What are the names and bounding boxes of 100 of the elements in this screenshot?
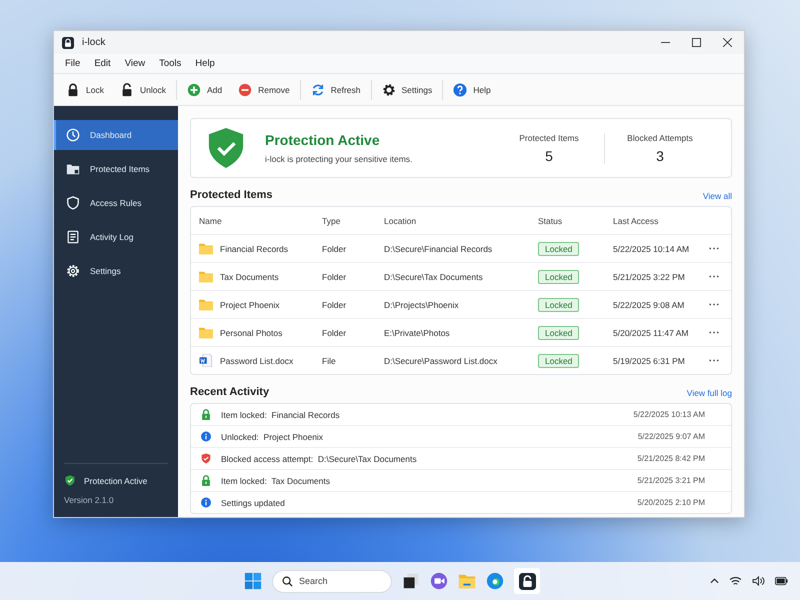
table-cell: Project Phoenix [220,300,280,310]
menu-item[interactable]: Help [188,58,222,69]
table-cell: Financial Records [220,244,288,254]
activity-text: Item locked: Tax Documents [221,476,331,486]
toolbar-button[interactable]: Add [178,78,230,100]
column-header: Name [199,216,223,226]
folder-icon [199,326,213,339]
protection-status: Protection Active [84,476,148,486]
toolbar-button[interactable]: Help [445,78,499,100]
padlock-icon [62,36,74,48]
table-cell-text: D:\Secure\Financial Records [384,244,494,254]
activity-time: 5/20/2025 2:10 PM [637,498,705,507]
table-cell-text: 5/22/2025 10:14 AM [613,244,690,254]
browser-icon[interactable] [486,572,504,590]
menu-item[interactable]: Tools [152,58,188,69]
taskbar-app-button[interactable] [514,568,540,594]
chevron-up-icon[interactable] [710,578,719,584]
sidebar-item[interactable]: Settings [54,256,178,286]
folder-icon[interactable] [458,572,476,590]
more-icon[interactable] [709,275,719,278]
sidebar-item[interactable]: Dashboard [54,120,178,150]
shield-check-icon [64,474,76,487]
sidebar-item[interactable]: Access Rules [54,188,178,218]
toolbar-button[interactable]: Unlock [112,78,174,100]
activity-time: 5/22/2025 9:07 AM [638,432,705,441]
toolbar-button[interactable]: Remove [230,78,298,100]
table-cell-text: E:\Private\Photos [384,328,451,338]
search-icon [282,576,293,586]
windows-start-icon[interactable] [244,572,262,590]
folder-icon [199,298,213,311]
table-cell-text: D:\Projects\Phoenix [384,300,460,310]
sidebar-item[interactable]: Activity Log [54,222,178,252]
stat-value: 5 [545,148,553,164]
activity-text: Blocked access attempt: D:\Secure\Tax Documents [221,454,418,464]
table-cell-text: Folder [322,328,348,338]
toolbar-button[interactable]: Refresh [302,78,368,100]
document-icon [199,354,213,367]
stat-label: Blocked Attempts [627,132,693,142]
column-header: Status [538,216,564,226]
folder-icon [199,242,213,255]
window-title: i-lock [82,37,106,48]
activity-time: 5/22/2025 10:13 AM [633,410,705,419]
video-chat-icon[interactable] [430,572,448,590]
activity-text: Settings updated [221,498,286,508]
task-view-icon[interactable] [402,572,420,590]
status-subtitle: i-lock is protecting your sensitive items. [265,154,414,164]
sidebar-item[interactable]: Protected Items [54,154,178,184]
shield-check-icon [207,127,245,169]
section-title: Recent Activity [190,386,270,398]
battery-icon[interactable] [775,576,788,586]
menu-item[interactable]: View [118,58,152,69]
activity-time: 5/21/2025 3:21 PM [637,476,705,485]
activity-time: 5/21/2025 8:42 PM [637,454,705,463]
column-header: Last Access [613,216,660,226]
info-icon [201,431,211,442]
wifi-icon[interactable] [729,576,742,586]
more-icon[interactable] [709,359,719,362]
clock-icon [66,128,80,142]
status-badge: Locked [538,270,580,284]
settings-icon [382,82,396,96]
toolbar-button[interactable]: Lock [58,78,112,100]
table-cell: Tax Documents [220,272,279,282]
more-icon[interactable] [709,331,719,334]
shield-check-icon [201,453,211,464]
menu-item[interactable]: File [58,58,88,69]
view-all-link[interactable]: View all [702,191,732,201]
table-cell-text: D:\Secure\Tax Documents [384,272,484,282]
table-cell-text: D:\Secure\Password List.docx [384,356,498,366]
stat-value: 3 [656,148,664,164]
help-icon [453,82,468,96]
search-field[interactable]: Search [272,570,392,592]
status-badge: Locked [538,326,580,340]
speaker-icon[interactable] [752,576,765,586]
padlock-icon [201,475,211,486]
toolbar-button[interactable]: Settings [374,78,440,100]
close-icon[interactable] [723,38,732,47]
folder-lock-icon [66,162,80,176]
table-cell-text: File [322,356,337,366]
table-cell-text: 5/19/2025 6:31 PM [613,356,686,366]
view-log-link[interactable]: View full log [686,388,732,398]
more-icon[interactable] [709,247,719,250]
padlock-icon [201,409,211,420]
status-title: Protection Active [265,132,381,148]
minus-icon [238,82,252,96]
section-title: Protected Items [190,189,273,201]
info-icon [201,497,211,508]
column-header: Location [384,216,418,226]
status-badge: Locked [538,354,580,368]
more-icon[interactable] [709,303,719,306]
status-badge: Locked [538,242,580,256]
menu-item[interactable]: Edit [87,58,118,69]
table-cell-text: Folder [322,300,348,310]
plus-icon [186,82,201,96]
status-badge: Locked [538,298,580,312]
version-label: Version 2.1.0 [64,495,115,505]
column-header: Type [322,216,342,226]
table-cell-text: Folder [322,244,348,254]
settings-icon [66,264,80,278]
table-cell-text: 5/20/2025 11:47 AM [613,328,690,338]
maximize-icon[interactable] [692,38,701,47]
